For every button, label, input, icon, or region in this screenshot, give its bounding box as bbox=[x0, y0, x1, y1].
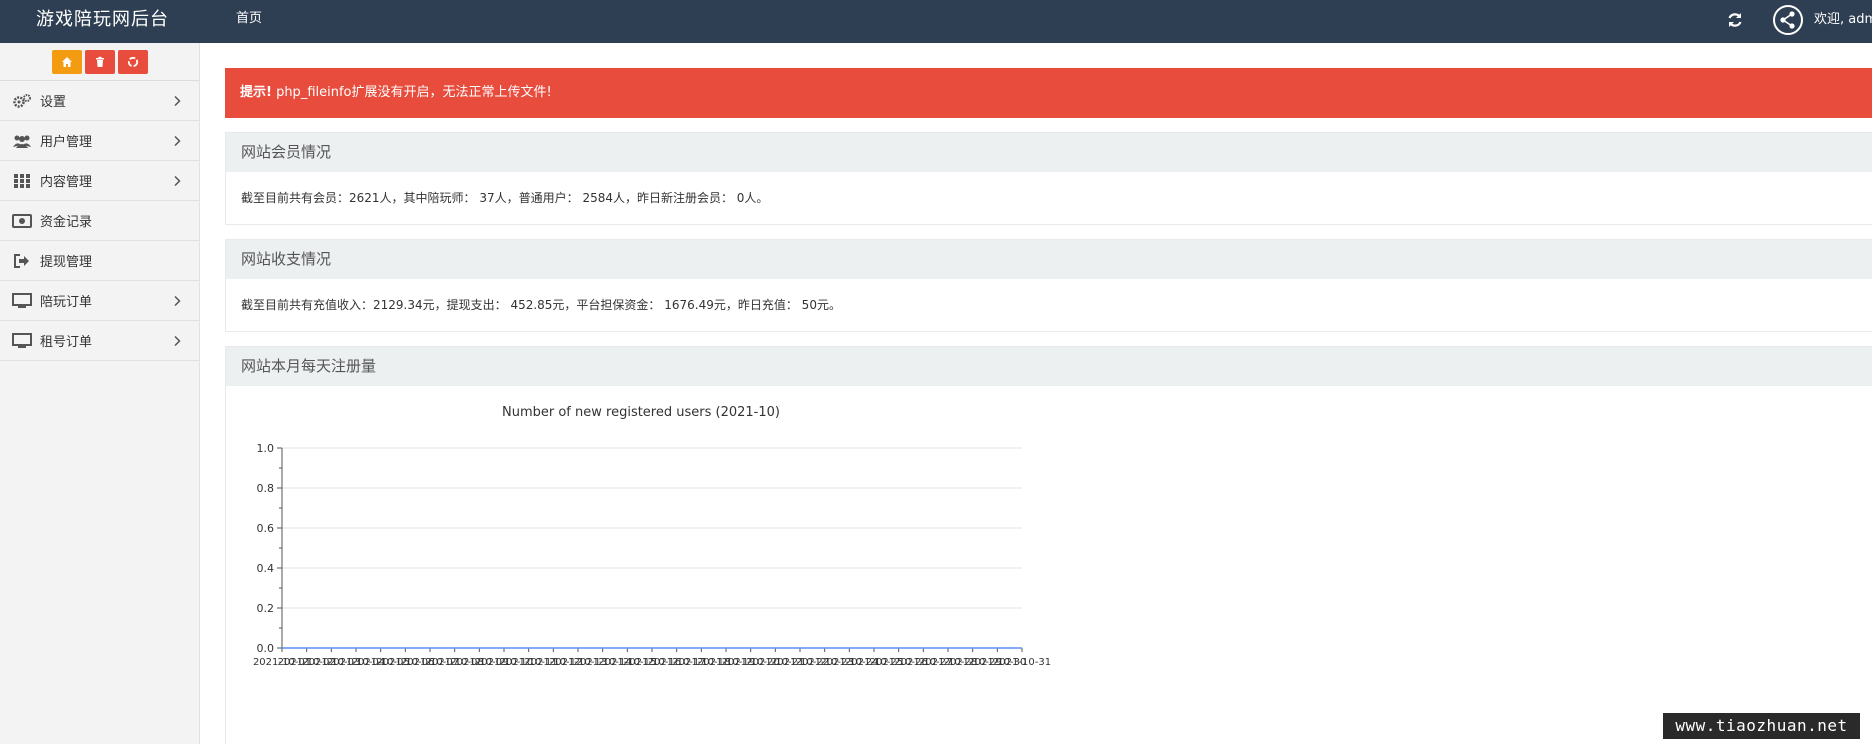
sidebar-item-label: 内容管理 bbox=[40, 175, 93, 190]
share-icon bbox=[1780, 11, 1795, 29]
sidebar-item-companion-orders[interactable]: 陪玩订单 bbox=[0, 281, 199, 321]
watermark: www.tiaozhuan.net bbox=[1663, 713, 1860, 739]
sidebar-item-settings[interactable]: 设置 bbox=[0, 81, 199, 121]
money-icon bbox=[12, 213, 32, 229]
sidebar-item-label: 租号订单 bbox=[40, 335, 93, 350]
registration-chart-panel: 网站本月每天注册量 Number of new registered users… bbox=[225, 346, 1872, 744]
users-icon bbox=[12, 133, 32, 149]
y-tick-label: 0.2 bbox=[257, 602, 275, 615]
refresh-icon[interactable] bbox=[1724, 9, 1746, 31]
top-navbar: 游戏陪玩网后台 首页 欢迎, admin bbox=[0, 0, 1872, 43]
finance-panel: 网站收支情况 截至目前共有充值收入：2129.34元，提现支出： 452.85元… bbox=[225, 239, 1872, 332]
home-icon bbox=[61, 56, 72, 67]
brand-title[interactable]: 游戏陪玩网后台 bbox=[36, 0, 169, 43]
nav-home-link[interactable]: 首页 bbox=[236, 0, 262, 43]
chevron-right-icon bbox=[174, 335, 181, 347]
sidebar-item-content[interactable]: 内容管理 bbox=[0, 161, 199, 201]
welcome-user-menu[interactable]: 欢迎, admin bbox=[1814, 0, 1872, 43]
sidebar-item-withdrawal[interactable]: 提现管理 bbox=[0, 241, 199, 281]
y-tick-label: 0.8 bbox=[257, 482, 275, 495]
grid-icon bbox=[12, 173, 32, 189]
x-tick-label: 2021-10-31 bbox=[993, 657, 1051, 668]
sidebar-item-users[interactable]: 用户管理 bbox=[0, 121, 199, 161]
panel-title: 网站收支情况 bbox=[226, 240, 1872, 279]
chevron-right-icon bbox=[174, 135, 181, 147]
chevron-right-icon bbox=[174, 295, 181, 307]
chart-title: Number of new registered users (2021-10) bbox=[502, 405, 780, 420]
sidebar: 设置 用户管理 内容管理 资金记录 提现管理 陪玩订单 租号订单 bbox=[0, 43, 200, 744]
alert-message: php_fileinfo扩展没有开启，无法正常上传文件! bbox=[271, 85, 552, 100]
avatar[interactable] bbox=[1773, 5, 1803, 35]
recycle-button[interactable] bbox=[117, 49, 148, 74]
chart-container: Number of new registered users (2021-10)… bbox=[226, 386, 1872, 744]
home-button[interactable] bbox=[51, 49, 82, 74]
y-tick-label: 1.0 bbox=[257, 442, 275, 455]
gears-icon bbox=[12, 93, 32, 109]
sidebar-item-label: 设置 bbox=[40, 95, 67, 110]
sign-out-icon bbox=[12, 253, 32, 269]
main-content: 提示! php_fileinfo扩展没有开启，无法正常上传文件! 网站会员情况 … bbox=[225, 68, 1872, 744]
sidebar-item-label: 提现管理 bbox=[40, 255, 93, 270]
sidebar-item-rental-orders[interactable]: 租号订单 bbox=[0, 321, 199, 361]
y-tick-label: 0.4 bbox=[257, 562, 275, 575]
chevron-right-icon bbox=[174, 95, 181, 107]
monitor-icon bbox=[12, 292, 32, 309]
panel-title: 网站会员情况 bbox=[226, 133, 1872, 172]
alert-banner: 提示! php_fileinfo扩展没有开启，无法正常上传文件! bbox=[225, 68, 1872, 118]
sidebar-item-label: 陪玩订单 bbox=[40, 295, 93, 310]
clear-cache-button[interactable] bbox=[84, 49, 115, 74]
members-summary: 截至目前共有会员：2621人，其中陪玩师： 37人，普通用户： 2584人，昨日… bbox=[226, 172, 1872, 224]
trash-icon bbox=[95, 56, 104, 67]
sidebar-quick-buttons bbox=[0, 43, 199, 81]
sidebar-item-label: 资金记录 bbox=[40, 215, 93, 230]
alert-prefix: 提示! bbox=[240, 85, 272, 100]
panel-title: 网站本月每天注册量 bbox=[226, 347, 1872, 386]
y-tick-label: 0.6 bbox=[257, 522, 275, 535]
chevron-right-icon bbox=[174, 175, 181, 187]
monitor-icon bbox=[12, 332, 32, 349]
sidebar-item-label: 用户管理 bbox=[40, 135, 93, 150]
recycle-icon bbox=[127, 56, 138, 67]
members-panel: 网站会员情况 截至目前共有会员：2621人，其中陪玩师： 37人，普通用户： 2… bbox=[225, 132, 1872, 225]
y-tick-label: 0.0 bbox=[257, 642, 275, 655]
registration-chart: Number of new registered users (2021-10)… bbox=[253, 405, 1051, 668]
sidebar-item-funds[interactable]: 资金记录 bbox=[0, 201, 199, 241]
finance-summary: 截至目前共有充值收入：2129.34元，提现支出： 452.85元，平台担保资金… bbox=[226, 279, 1872, 331]
